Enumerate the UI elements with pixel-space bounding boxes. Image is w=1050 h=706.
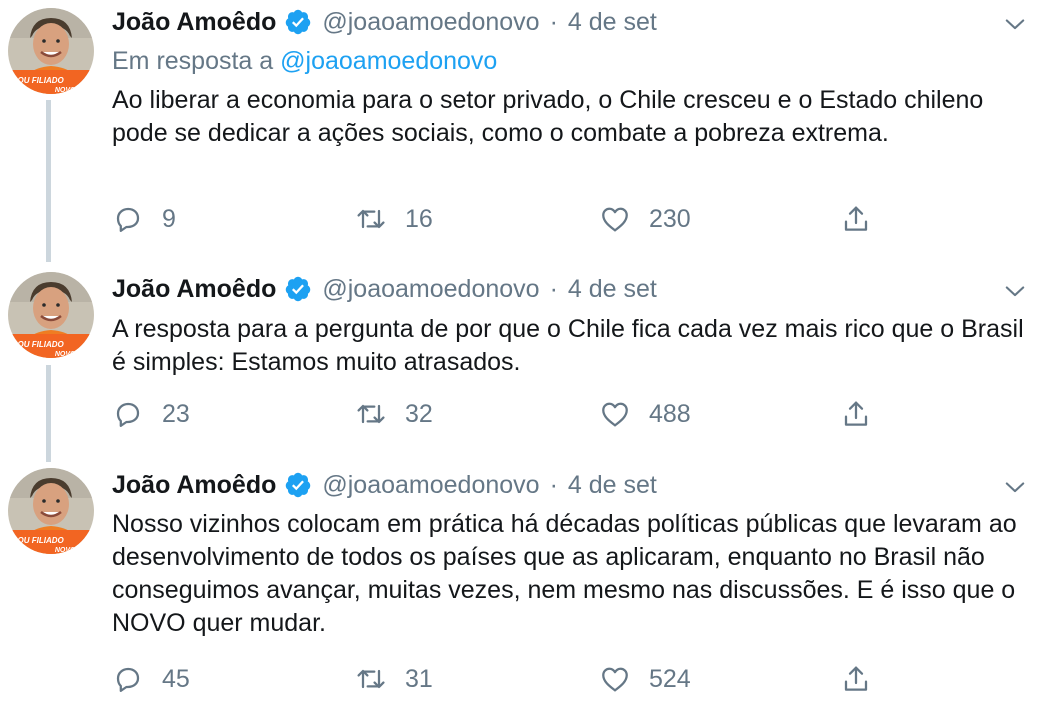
avatar-badge-line1: SOU FILIADO bbox=[12, 536, 64, 545]
tweet-text: Nosso vizinhos colocam em prática há déc… bbox=[112, 510, 1017, 637]
share-button[interactable] bbox=[840, 201, 872, 237]
reply-prefix: Em resposta a bbox=[112, 47, 274, 75]
retweet-count: 32 bbox=[405, 399, 433, 428]
tweet-date[interactable]: 4 de set bbox=[568, 471, 657, 500]
retweet-icon bbox=[355, 398, 387, 430]
tweet-header: João Amoêdo @joaoamoedonovo · 4 de set bbox=[112, 269, 657, 309]
retweet-count: 31 bbox=[405, 664, 433, 693]
avatar[interactable]: SOU FILIADO NOVO 30 bbox=[8, 468, 94, 554]
tweet[interactable]: SOU FILIADO NOVO 30 João Amoêdo @joaoamo… bbox=[0, 262, 1050, 462]
reply-button[interactable]: 45 bbox=[112, 661, 190, 697]
tweet-actions: 23 32 488 bbox=[112, 396, 1012, 432]
retweet-icon bbox=[355, 663, 387, 695]
tweet-actions: 45 31 524 bbox=[112, 661, 1012, 697]
reply-icon bbox=[112, 663, 144, 695]
tweet-actions: 9 16 230 bbox=[112, 201, 1012, 237]
reply-button[interactable]: 9 bbox=[112, 201, 176, 237]
chevron-down-icon[interactable] bbox=[1001, 277, 1029, 305]
tweet-date[interactable]: 4 de set bbox=[568, 275, 657, 304]
tweet-text: A resposta para a pergunta de por que o … bbox=[112, 315, 1024, 376]
reply-count: 23 bbox=[162, 399, 190, 428]
share-icon bbox=[840, 663, 872, 695]
avatar-image: SOU FILIADO NOVO 30 bbox=[8, 272, 94, 358]
chevron-down-icon[interactable] bbox=[1001, 10, 1029, 38]
like-button[interactable]: 230 bbox=[599, 201, 691, 237]
avatar-badge-line1: SOU FILIADO bbox=[12, 76, 64, 85]
avatar-badge-line2: NOVO 30 bbox=[55, 87, 85, 94]
avatar[interactable]: SOU FILIADO NOVO 30 bbox=[8, 8, 94, 94]
tweet-header: João Amoêdo @joaoamoedonovo · 4 de set bbox=[112, 2, 657, 42]
reply-count: 45 bbox=[162, 664, 190, 693]
author-handle[interactable]: @joaoamoedonovo bbox=[322, 275, 539, 304]
avatar-badge-line2: NOVO 30 bbox=[55, 351, 85, 358]
like-count: 524 bbox=[649, 664, 691, 693]
separator-dot: · bbox=[549, 274, 558, 303]
reply-icon bbox=[112, 398, 144, 430]
tweet-header: João Amoêdo @joaoamoedonovo · 4 de set bbox=[112, 465, 657, 505]
author-handle[interactable]: @joaoamoedonovo bbox=[322, 471, 539, 500]
reply-button[interactable]: 23 bbox=[112, 396, 190, 432]
retweet-button[interactable]: 16 bbox=[355, 201, 433, 237]
author-name[interactable]: João Amoêdo bbox=[112, 275, 276, 304]
author-name[interactable]: João Amoêdo bbox=[112, 8, 276, 37]
share-button[interactable] bbox=[840, 396, 872, 432]
like-count: 230 bbox=[649, 204, 691, 233]
verified-badge-icon bbox=[284, 275, 312, 303]
tweet-text: Ao liberar a economia para o setor priva… bbox=[112, 86, 984, 147]
avatar-badge-line2: NOVO 30 bbox=[55, 547, 85, 554]
like-icon bbox=[599, 398, 631, 430]
retweet-button[interactable]: 31 bbox=[355, 661, 433, 697]
author-name[interactable]: João Amoêdo bbox=[112, 471, 276, 500]
chevron-down-icon[interactable] bbox=[1001, 473, 1029, 501]
avatar-badge-line1: SOU FILIADO bbox=[12, 340, 64, 349]
like-count: 488 bbox=[649, 399, 691, 428]
thread-connector-line bbox=[46, 365, 51, 462]
share-icon bbox=[840, 398, 872, 430]
tweet-thread: SOU FILIADO NOVO 30 João Amoêdo @joaoamo… bbox=[0, 0, 1050, 706]
avatar[interactable]: SOU FILIADO NOVO 30 bbox=[8, 272, 94, 358]
separator-dot: · bbox=[549, 7, 558, 36]
thread-connector-line bbox=[46, 100, 51, 262]
like-icon bbox=[599, 663, 631, 695]
retweet-button[interactable]: 32 bbox=[355, 396, 433, 432]
verified-badge-icon bbox=[284, 8, 312, 36]
like-icon bbox=[599, 203, 631, 235]
separator-dot: · bbox=[549, 470, 558, 499]
share-icon bbox=[840, 203, 872, 235]
share-button[interactable] bbox=[840, 661, 872, 697]
tweet[interactable]: SOU FILIADO NOVO 30 João Amoêdo @joaoamo… bbox=[0, 0, 1050, 262]
avatar-image: SOU FILIADO NOVO 30 bbox=[8, 468, 94, 554]
retweet-count: 16 bbox=[405, 204, 433, 233]
verified-badge-icon bbox=[284, 471, 312, 499]
tweet-date[interactable]: 4 de set bbox=[568, 8, 657, 37]
reply-count: 9 bbox=[162, 204, 176, 233]
reply-to-mention[interactable]: @joaoamoedonovo bbox=[280, 47, 497, 75]
reply-icon bbox=[112, 203, 144, 235]
avatar-image: SOU FILIADO NOVO 30 bbox=[8, 8, 94, 94]
reply-context: Em resposta a @joaoamoedonovo bbox=[112, 47, 497, 76]
like-button[interactable]: 524 bbox=[599, 661, 691, 697]
author-handle[interactable]: @joaoamoedonovo bbox=[322, 8, 539, 37]
like-button[interactable]: 488 bbox=[599, 396, 691, 432]
retweet-icon bbox=[355, 203, 387, 235]
tweet[interactable]: SOU FILIADO NOVO 30 João Amoêdo @joaoamo… bbox=[0, 462, 1050, 706]
